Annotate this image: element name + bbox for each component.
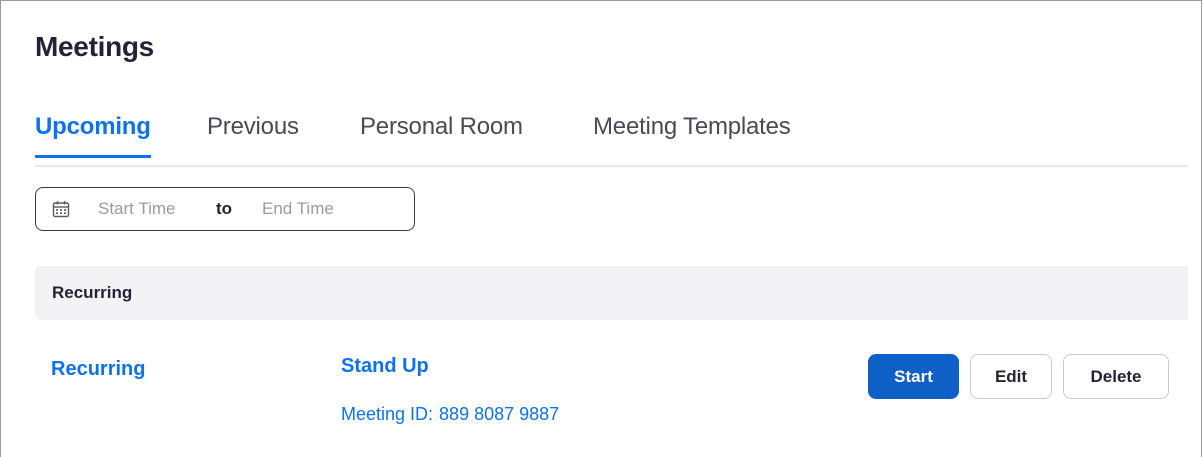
meeting-topic-link[interactable]: Stand Up (341, 355, 429, 378)
meetings-tabs: Upcoming Previous Personal Room Meeting … (35, 113, 1188, 167)
start-meeting-button[interactable]: Start (868, 354, 959, 399)
meeting-id-label: Meeting ID: (341, 404, 434, 424)
meeting-type-label: Recurring (51, 358, 146, 380)
section-title: Recurring (52, 283, 133, 302)
section-header-recurring: Recurring (35, 266, 1188, 320)
date-range-separator: to (216, 199, 233, 218)
start-time-input[interactable] (98, 197, 206, 221)
edit-meeting-button[interactable]: Edit (970, 354, 1052, 399)
meeting-id: Meeting ID: 889 8087 9887 (341, 404, 559, 425)
date-range-filter: to (35, 187, 415, 231)
tab-personal-room[interactable]: Personal Room (360, 113, 523, 155)
meeting-id-value: 889 8087 9887 (439, 404, 560, 424)
end-time-input[interactable] (262, 197, 382, 221)
tab-meeting-templates[interactable]: Meeting Templates (593, 113, 791, 155)
page-title: Meetings (35, 31, 154, 62)
calendar-icon[interactable] (52, 200, 70, 218)
meetings-page: Meetings Upcoming Previous Personal Room… (0, 0, 1202, 457)
delete-meeting-button[interactable]: Delete (1063, 354, 1169, 399)
tab-previous[interactable]: Previous (207, 113, 299, 155)
tab-upcoming[interactable]: Upcoming (35, 113, 151, 158)
